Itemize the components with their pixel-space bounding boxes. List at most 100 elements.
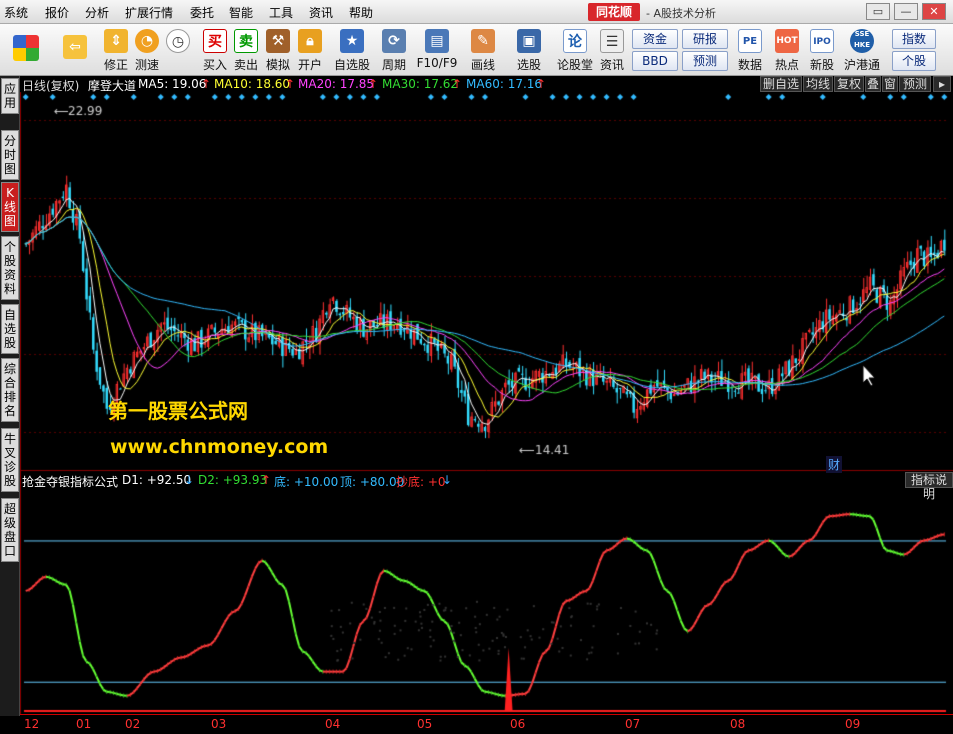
adjust-button[interactable]: 复权 xyxy=(834,76,864,92)
sidebar-tab-ranking[interactable]: 综合排名 xyxy=(1,358,19,422)
layout-button[interactable] xyxy=(8,27,44,73)
down-arrow-icon: ↓ xyxy=(184,473,195,487)
period-button[interactable]: ⟳ 周期 xyxy=(378,27,410,73)
x-tick-label: 03 xyxy=(211,717,227,731)
minimize-button[interactable]: — xyxy=(894,3,918,20)
f10-icon: ▤ xyxy=(425,29,449,53)
forecast-button[interactable]: 预测 xyxy=(682,51,728,71)
down-arrow-icon: ↓ xyxy=(442,473,453,487)
up-arrow-icon: ↑ xyxy=(201,77,212,91)
x-tick-label: 04 xyxy=(325,717,341,731)
hot-icon: HOT xyxy=(775,29,799,53)
sell-button[interactable]: 卖 卖出 xyxy=(231,27,261,73)
up-arrow-icon: ↑ xyxy=(452,77,463,91)
correct-button[interactable]: ⇕ 修正 xyxy=(100,27,132,73)
ma-button[interactable]: 均线 xyxy=(803,76,833,92)
menu-quote[interactable]: 报价 xyxy=(45,4,69,21)
x-tick-label: 07 xyxy=(625,717,641,731)
new-stock-label: 新股 xyxy=(809,58,834,72)
correct-label: 修正 xyxy=(103,58,128,72)
news-button[interactable]: ☰ 资讯 xyxy=(597,27,627,73)
open-account-label: 开户 xyxy=(297,58,322,72)
sidebar-tab-diagnosis[interactable]: 牛叉诊股 xyxy=(1,428,19,492)
remove-watchlist-button[interactable]: 删自选 xyxy=(760,76,802,92)
left-sidebar: 应用 分时图 K线图 个股资料 自选股 综合排名 牛叉诊股 超级盘口 xyxy=(0,76,20,716)
new-stock-button[interactable]: IPO 新股 xyxy=(806,27,838,73)
f10-label: F10/F9 xyxy=(416,56,458,70)
window-button[interactable]: 窗 xyxy=(882,76,898,92)
hot-button[interactable]: HOT 热点 xyxy=(771,27,803,73)
indicator-name[interactable]: 抢金夺银指标公式 xyxy=(22,473,118,490)
menu-news[interactable]: 资讯 xyxy=(309,4,333,21)
menu-system[interactable]: 系统 xyxy=(4,4,28,21)
draw-line-button[interactable]: ✎ 画线 xyxy=(466,27,500,73)
x-tick-label: 02 xyxy=(125,717,141,731)
menu-tools[interactable]: 工具 xyxy=(269,4,293,21)
watermark-url: www.chnmoney.com xyxy=(110,436,329,458)
draw-line-label: 画线 xyxy=(470,58,495,72)
sell-label: 卖出 xyxy=(233,58,258,72)
buy-button[interactable]: 买 买入 xyxy=(200,27,230,73)
x-tick-label: 09 xyxy=(845,717,861,731)
select-stock-icon: ▣ xyxy=(517,29,541,53)
single-stock-button[interactable]: 个股 xyxy=(892,51,936,71)
research-button[interactable]: 研报 xyxy=(682,29,728,49)
period-indicator[interactable]: 日线(复权) xyxy=(22,77,79,94)
overlay-button[interactable]: 叠 xyxy=(865,76,881,92)
x-tick-label: 06 xyxy=(510,717,526,731)
sidebar-tab-super-quote[interactable]: 超级盘口 xyxy=(1,498,19,562)
up-arrow-icon: ↑ xyxy=(368,77,379,91)
data-label: 数据 xyxy=(737,58,762,72)
index-button[interactable]: 指数 xyxy=(892,29,936,49)
x-tick-label: 01 xyxy=(76,717,92,731)
indicator-bottom: 底: +10.00 xyxy=(274,475,339,489)
sidebar-tab-intraday[interactable]: 分时图 xyxy=(1,130,19,180)
ipo-icon: IPO xyxy=(810,29,834,53)
ma60-value: MA60: 17.16 xyxy=(466,77,543,91)
indicator-help-button[interactable]: 指标说明 xyxy=(905,472,953,501)
stock-select-label: 选股 xyxy=(516,58,541,72)
indicator-top: 顶: +80.00 xyxy=(340,475,405,489)
close-button[interactable]: ✕ xyxy=(922,3,946,20)
sidebar-tab-stock-info[interactable]: 个股资料 xyxy=(1,236,19,300)
ma20-value: MA20: 17.85 xyxy=(298,77,375,91)
data-button[interactable]: PE 数据 xyxy=(735,27,765,73)
sidebar-tab-watchlist[interactable]: 自选股 xyxy=(1,304,19,354)
watchlist-button[interactable]: ★ 自选股 xyxy=(332,27,372,73)
up-down-arrow-icon: ⇕ xyxy=(104,29,128,53)
indicator-d2: D2: +93.93 xyxy=(198,473,268,487)
sidebar-tab-kline[interactable]: K线图 xyxy=(1,182,19,232)
ma10-value: MA10: 18.60 xyxy=(214,77,291,91)
speed-test-button[interactable]: ◔ 测速 xyxy=(132,27,162,73)
x-tick-label: 12 xyxy=(24,717,40,731)
restore-button[interactable]: ▭ xyxy=(866,3,890,20)
menu-extended-quote[interactable]: 扩展行情 xyxy=(125,4,173,21)
star-icon: ★ xyxy=(340,29,364,53)
menu-smart[interactable]: 智能 xyxy=(229,4,253,21)
menu-help[interactable]: 帮助 xyxy=(349,4,373,21)
forum-button[interactable]: 论 论股堂 xyxy=(555,27,595,73)
hammer-icon: ⚒ xyxy=(266,29,290,53)
back-arrow-icon: ⇦ xyxy=(63,35,87,59)
clock-button[interactable]: ◷ xyxy=(163,27,193,73)
stock-select-button[interactable]: ▣ 选股 xyxy=(512,27,546,73)
back-button[interactable]: ⇦ xyxy=(56,27,94,73)
news-label: 资讯 xyxy=(599,58,624,72)
sh-hk-connect-button[interactable]: SSE HKE 沪港通 xyxy=(840,27,884,73)
bbd-button[interactable]: BBD xyxy=(632,51,678,71)
open-account-button[interactable]: 🔒︎ 开户 xyxy=(295,27,325,73)
menu-order[interactable]: 委托 xyxy=(190,4,214,21)
sidebar-tab-apps[interactable]: 应用 xyxy=(1,78,19,114)
f10-button[interactable]: ▤ F10/F9 xyxy=(414,27,460,73)
simulate-button[interactable]: ⚒ 模拟 xyxy=(263,27,293,73)
lock-icon: 🔒︎ xyxy=(298,29,322,53)
up-arrow-icon: ↑ xyxy=(261,473,272,487)
menu-bar: 系统 报价 分析 扩展行情 委托 智能 工具 资讯 帮助 同花顺 - A股技术分… xyxy=(0,0,953,24)
menu-analysis[interactable]: 分析 xyxy=(85,4,109,21)
kline-chart-canvas[interactable] xyxy=(0,0,953,734)
grid-icon xyxy=(13,35,39,61)
brand-subtitle: - A股技术分析 xyxy=(646,7,716,20)
forecast-chart-button[interactable]: 预测 xyxy=(899,76,931,92)
funds-button[interactable]: 资金 xyxy=(632,29,678,49)
expand-icon[interactable]: ▸ xyxy=(933,76,951,92)
